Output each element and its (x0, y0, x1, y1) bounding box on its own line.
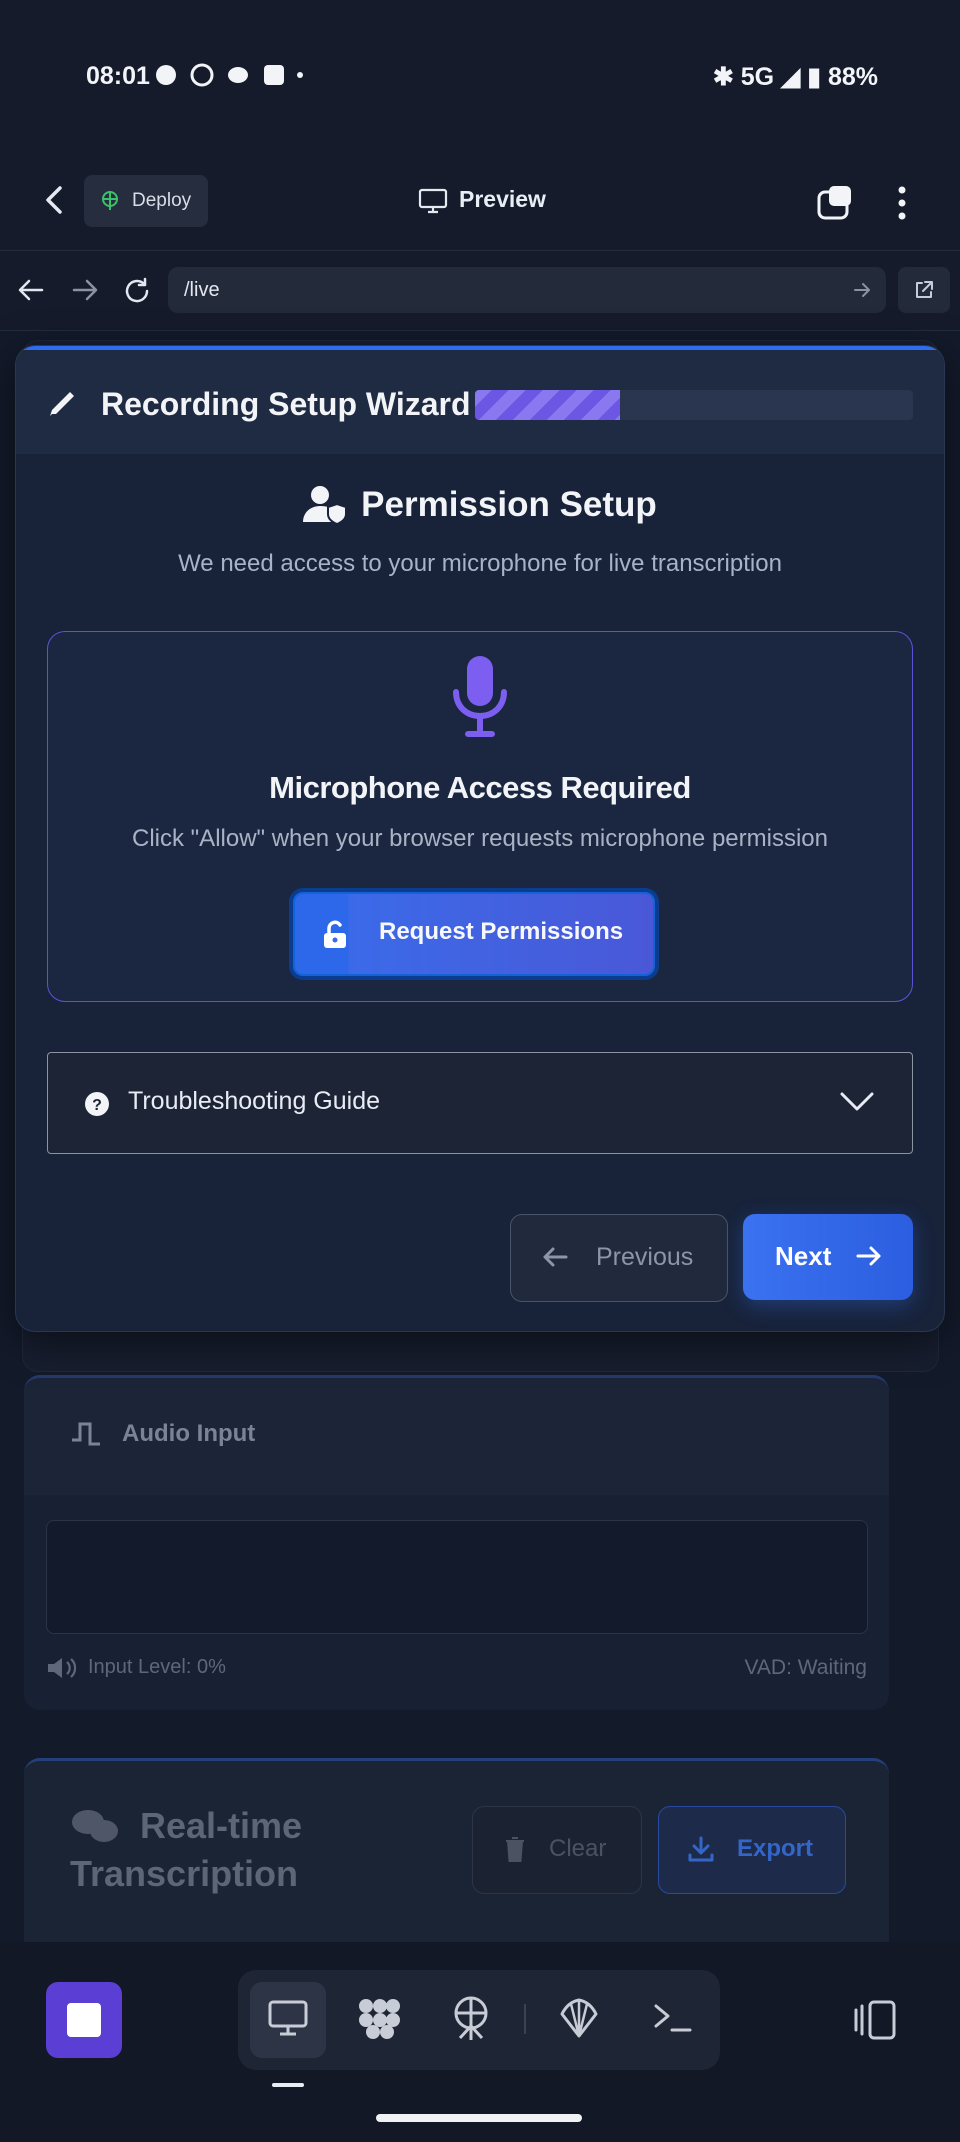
browser-back-icon[interactable] (16, 276, 46, 304)
setup-wizard-modal: Recording Setup Wizard Permission Setup … (15, 345, 945, 1332)
wizard-title: Recording Setup Wizard (101, 386, 471, 422)
export-button[interactable]: Export (658, 1806, 846, 1894)
shell-icon[interactable] (556, 1996, 602, 2040)
clear-label: Clear (549, 1835, 607, 1862)
status-right: ✱ 5G ◢ ▮ 88% (713, 62, 878, 92)
deploy-icon (102, 191, 118, 210)
next-label: Next (775, 1241, 832, 1271)
permission-step-subtitle: We need access to your microphone for li… (178, 550, 782, 577)
volume-icon (48, 1658, 77, 1678)
status-bar: 08:01 ✱ 5G ◢ ▮ 88% (0, 0, 960, 150)
tabs-icon[interactable] (815, 184, 855, 222)
url-text: /live (184, 279, 220, 301)
troubleshooting-guide-toggle[interactable]: ? Troubleshooting Guide (47, 1052, 913, 1154)
help-circle-icon: ? (85, 1092, 109, 1116)
more-options-icon[interactable] (892, 184, 912, 222)
url-bar[interactable]: /live (168, 267, 886, 313)
go-arrow-icon[interactable] (852, 280, 872, 300)
active-tab-indicator (272, 2083, 304, 2087)
microphone-card: Microphone Access Required Click "Allow"… (47, 631, 913, 1002)
back-arrow-icon[interactable] (38, 182, 74, 218)
deploy-tool-icon[interactable] (450, 1996, 492, 2042)
unlock-icon (324, 920, 346, 948)
network-label: 5G (740, 63, 775, 91)
request-permissions-button[interactable]: Request Permissions (289, 888, 659, 980)
svg-text:?: ? (92, 1097, 102, 1114)
home-indicator (376, 2114, 582, 2122)
signal-icon: ◢ (781, 63, 801, 91)
permission-step-title: Permission Setup (16, 484, 944, 526)
terminal-icon[interactable] (650, 1996, 694, 2040)
troubleshooting-label: Troubleshooting Guide (128, 1087, 381, 1115)
microphone-icon (453, 656, 507, 737)
vad-status-label: VAD: Waiting (744, 1656, 867, 1679)
stop-button[interactable] (46, 1982, 122, 2058)
deploy-button[interactable]: Deploy (84, 175, 208, 227)
pencil-icon (50, 392, 74, 416)
microphone-subtitle: Click "Allow" when your browser requests… (132, 825, 828, 852)
arrow-right-icon (856, 1246, 881, 1266)
chevron-down-icon (840, 1092, 874, 1111)
request-permissions-inner: Request Permissions (293, 892, 655, 976)
wizard-header: Recording Setup Wizard (16, 346, 944, 454)
download-icon (688, 1836, 714, 1862)
desktop-icon[interactable] (266, 1996, 310, 2040)
notification-icons (154, 62, 304, 95)
microphone-title: Microphone Access Required (269, 770, 691, 805)
monitor-icon (418, 188, 448, 214)
bluetooth-icon: ✱ (712, 63, 734, 91)
wizard-progress-bar (475, 390, 913, 420)
deploy-label: Deploy (132, 190, 192, 211)
user-shield-icon (303, 486, 348, 526)
clear-button[interactable]: Clear (472, 1806, 642, 1894)
side-panel-icon[interactable] (852, 1998, 898, 2042)
arrow-left-icon (543, 1247, 568, 1267)
waveform-icon (72, 1422, 100, 1446)
wizard-progress-fill (475, 390, 620, 420)
request-permissions-label: Request Permissions (379, 918, 624, 945)
transcription-title-text: Real-time Transcription (70, 1805, 303, 1894)
tool-divider (524, 2004, 526, 2034)
previous-button[interactable]: Previous (510, 1214, 728, 1302)
external-link-icon (916, 281, 933, 298)
status-time: 08:01 (86, 62, 150, 90)
permission-step-title-text: Permission Setup (361, 485, 657, 524)
next-button[interactable]: Next (743, 1214, 913, 1300)
grid-blob-icon[interactable] (356, 1996, 402, 2040)
battery-icon: ▮ (807, 63, 821, 91)
audio-input-title: Audio Input (122, 1420, 256, 1447)
browser-forward-icon[interactable] (70, 276, 100, 304)
preview-label[interactable]: Preview (459, 186, 546, 213)
notification-app-icons (156, 63, 303, 87)
input-level-label: Input Level: 0% (88, 1656, 226, 1678)
audio-visualizer (46, 1520, 868, 1634)
battery-label: 88% (827, 63, 878, 91)
previous-label: Previous (596, 1243, 694, 1271)
open-external-button[interactable] (898, 267, 950, 313)
trash-icon (506, 1837, 524, 1862)
reload-icon[interactable] (122, 276, 152, 306)
export-label: Export (737, 1835, 814, 1862)
transcription-title: Real-time Transcription (70, 1802, 360, 1898)
